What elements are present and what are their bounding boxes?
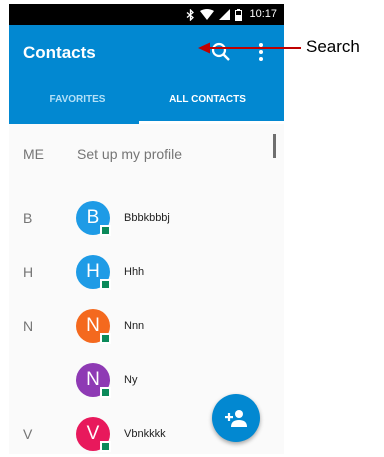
avatar-initial: H [86, 261, 100, 282]
section-letter: H [23, 264, 34, 280]
sim-badge-icon [100, 387, 111, 398]
contact-row[interactable]: H H Hhh [9, 245, 284, 299]
contact-name: Vbnkkkk [124, 428, 166, 440]
app-title: Contacts [23, 43, 96, 62]
add-person-icon [225, 410, 247, 427]
contact-name: Ny [124, 374, 138, 386]
sim-badge-icon [100, 441, 111, 452]
tab-all-contacts[interactable]: ALL CONTACTS [139, 80, 276, 124]
set-up-profile-link[interactable]: Set up my profile [77, 129, 182, 179]
section-letter: N [23, 318, 34, 334]
contact-name: Nnn [124, 320, 145, 332]
avatar-initial: B [86, 207, 100, 228]
callout-arrow [198, 42, 301, 54]
profile-row[interactable]: ME Set up my profile [9, 129, 284, 179]
contact-name: Bbbkbbbj [124, 212, 170, 224]
sim-badge-icon [100, 333, 111, 344]
tab-bar: FAVORITES ALL CONTACTS [9, 80, 284, 124]
contact-avatar: H [76, 255, 111, 290]
status-time: 10:17 [249, 8, 277, 20]
status-icons [186, 8, 242, 21]
contact-row[interactable]: B B Bbbkbbbj [9, 191, 284, 245]
add-contact-button[interactable] [212, 394, 260, 442]
avatar-initial: N [86, 369, 100, 390]
avatar-initial: V [86, 423, 100, 444]
contact-name: Hhh [124, 266, 145, 278]
cell-signal-icon [219, 9, 230, 20]
section-letter: B [23, 210, 33, 226]
sim-badge-icon [100, 225, 111, 236]
contact-avatar: V [76, 417, 111, 452]
contact-avatar: N [76, 309, 111, 344]
phone-screen: 10:17 Contacts FAVORITES ALL CONTACTS ME… [9, 4, 284, 454]
tab-favorites[interactable]: FAVORITES [9, 80, 146, 124]
section-letter: V [23, 426, 33, 442]
sim-badge-icon [100, 279, 111, 290]
contact-avatar: B [76, 201, 111, 236]
status-bar: 10:17 [9, 4, 284, 25]
avatar-initial: N [86, 315, 100, 336]
battery-icon [235, 8, 242, 21]
contact-avatar: N [76, 363, 111, 398]
wifi-icon [200, 9, 214, 20]
contact-row[interactable]: N N Nnn [9, 299, 284, 353]
profile-section-label: ME [23, 146, 44, 162]
bluetooth-icon [186, 8, 194, 21]
callout-label: Search [306, 37, 360, 56]
